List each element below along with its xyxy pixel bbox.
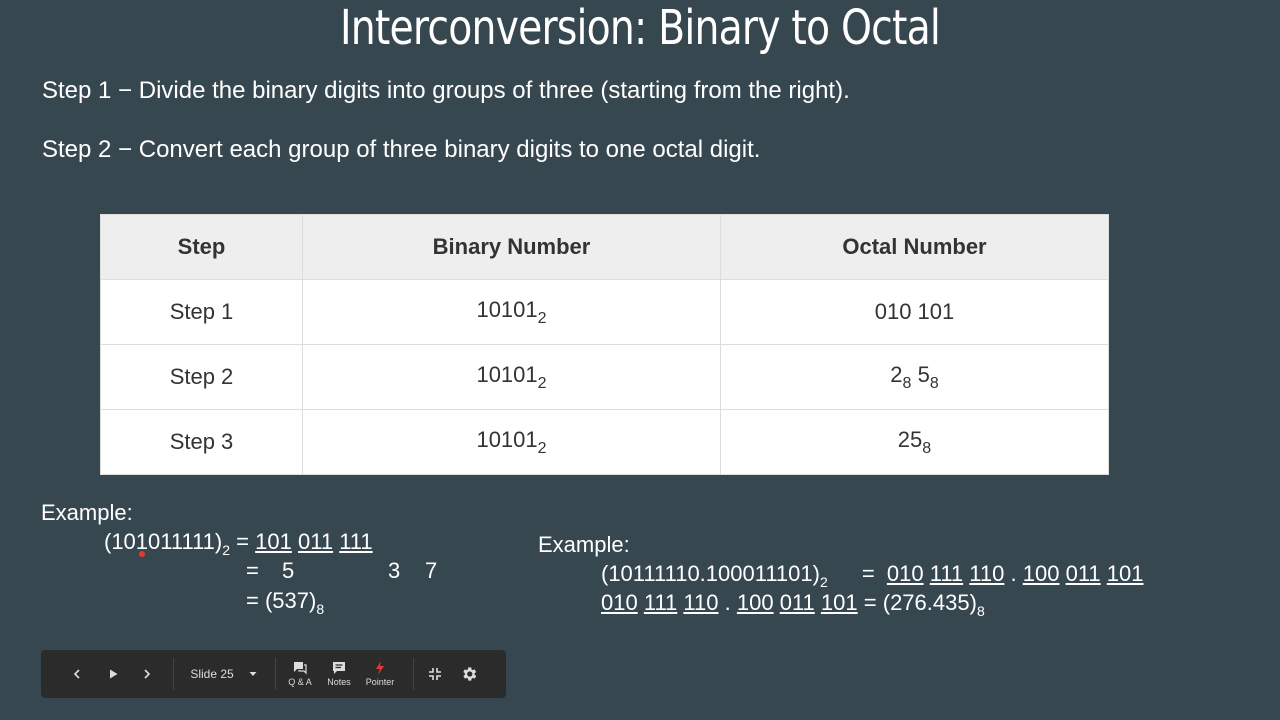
table-cell-step: Step 3 (100, 409, 303, 475)
example-2-line-2: 010 111 110 . 100 011 101 = (276.435)8 (601, 590, 985, 619)
table-cell-octal: 258 (720, 409, 1109, 475)
step-1-text: Step 1 − Divide the binary digits into g… (42, 77, 850, 104)
exit-fullscreen-button[interactable] (423, 650, 447, 698)
table-cell-octal: 010 101 (720, 279, 1109, 345)
table-header-binary: Binary Number (302, 214, 721, 280)
example-2-number: (10111110.100011101) (601, 561, 820, 586)
example-1-group: 011 (298, 529, 334, 554)
example-2-equals-2: = (863, 590, 877, 615)
example-1-equals-3: = (246, 588, 259, 613)
example-2-group: 011 (1065, 561, 1101, 586)
presenter-toolbar: Slide 25 Q & A Notes Pointer (41, 650, 506, 698)
play-icon (110, 669, 118, 679)
table-row: Step 1 101012 010 101 (100, 279, 1109, 345)
octal-base: 8 (922, 439, 932, 457)
binary-value: 10101 (476, 361, 538, 387)
example-2-group: 100 (1022, 561, 1060, 586)
example-1-digit: 7 (425, 558, 438, 583)
chevron-right-icon (144, 669, 151, 679)
example-1-base-in: 2 (222, 542, 231, 558)
example-1-label: Example: (41, 500, 133, 525)
notes-icon (333, 662, 345, 674)
step-2-text: Step 2 − Convert each group of three bin… (42, 136, 761, 163)
example-2-group: 111 (929, 561, 964, 586)
example-2-group: 110 (969, 561, 1005, 586)
example-2-group: 101 (1106, 561, 1144, 586)
table-header-octal: Octal Number (720, 214, 1109, 280)
gear-icon (463, 667, 477, 681)
binary-value: 10101 (476, 296, 538, 322)
qa-icon (294, 662, 307, 675)
example-1-group: 101 (255, 529, 292, 554)
example-2-group: 101 (820, 590, 858, 615)
toolbar-divider (413, 658, 414, 690)
example-2-label: Example: (538, 532, 630, 557)
octal-base-b: 8 (929, 374, 939, 392)
example-2-group: 010 (601, 590, 638, 615)
example-1-digit: 5 (282, 558, 295, 583)
example-2-group: 011 (779, 590, 815, 615)
qa-label: Q & A (288, 677, 312, 687)
table-cell-step: Step 1 (100, 279, 303, 345)
slide-selector[interactable]: Slide 25 (181, 650, 267, 698)
octal-digit-b: 5 (917, 361, 930, 387)
table-row: Step 2 101012 28 58 (100, 344, 1109, 410)
example-2-group: 111 (643, 590, 678, 615)
toolbar-divider (173, 658, 174, 690)
example-1-group: 111 (339, 529, 373, 554)
slide-title: Interconversion: Binary to Octal (339, 0, 941, 56)
table-cell-binary: 101012 (302, 279, 721, 345)
table-cell-octal: 28 58 (720, 344, 1109, 410)
example-1-base-out: 8 (316, 601, 325, 617)
example-2-dot: . (724, 590, 731, 615)
octal-base-a: 8 (902, 374, 912, 392)
binary-base: 2 (537, 439, 547, 457)
binary-base: 2 (537, 309, 547, 327)
example-2-group: 010 (886, 561, 924, 586)
previous-slide-button[interactable] (65, 650, 89, 698)
binary-base: 2 (537, 374, 547, 392)
example-1-line-3: = (537)8 (246, 588, 324, 617)
toolbar-divider (275, 658, 276, 690)
slide-number-label: Slide 25 (190, 667, 234, 681)
example-2-result: (276.435) (882, 590, 977, 615)
pointer-button[interactable]: Pointer (361, 650, 399, 698)
table-cell-binary: 101012 (302, 409, 721, 475)
binary-value: 10101 (476, 426, 538, 452)
notes-button[interactable]: Notes (323, 650, 355, 698)
example-2-base-out: 8 (976, 603, 985, 619)
table-header-row: Step Binary Number Octal Number (100, 214, 1109, 280)
qa-button[interactable]: Q & A (285, 650, 315, 698)
exit-fullscreen-icon (429, 668, 441, 680)
laser-pointer-icon (376, 661, 384, 675)
table-header-step: Step (100, 214, 303, 280)
table-row: Step 3 101012 258 (100, 409, 1109, 475)
settings-button[interactable] (457, 650, 481, 698)
example-2-line-1: (10111110.100011101)2 = 010 111 110 . 10… (601, 561, 1144, 590)
octal-digit-a: 2 (890, 361, 903, 387)
table-cell-binary: 101012 (302, 344, 721, 410)
example-1-number: (101011111) (104, 529, 223, 554)
example-2-base-in: 2 (819, 574, 828, 590)
conversion-table: Step Binary Number Octal Number Step 1 1… (100, 214, 1109, 475)
example-1-equals-2: = (246, 558, 259, 583)
example-1-result: (537) (264, 588, 317, 613)
example-1-digit: 3 (388, 558, 401, 583)
example-2-group: 100 (736, 590, 774, 615)
next-slide-button[interactable] (135, 650, 159, 698)
laser-pointer-dot (139, 551, 145, 557)
pointer-label: Pointer (365, 677, 395, 687)
example-2-equals: = (861, 561, 875, 586)
example-2-group: 110 (683, 590, 719, 615)
example-2-dot: . (1010, 561, 1017, 586)
octal-value: 25 (897, 426, 923, 452)
caret-down-icon (249, 672, 257, 676)
notes-label: Notes (327, 677, 351, 687)
table-cell-step: Step 2 (100, 344, 303, 410)
chevron-left-icon (73, 669, 80, 679)
play-button[interactable] (101, 650, 125, 698)
example-1-equals: = (236, 529, 250, 554)
